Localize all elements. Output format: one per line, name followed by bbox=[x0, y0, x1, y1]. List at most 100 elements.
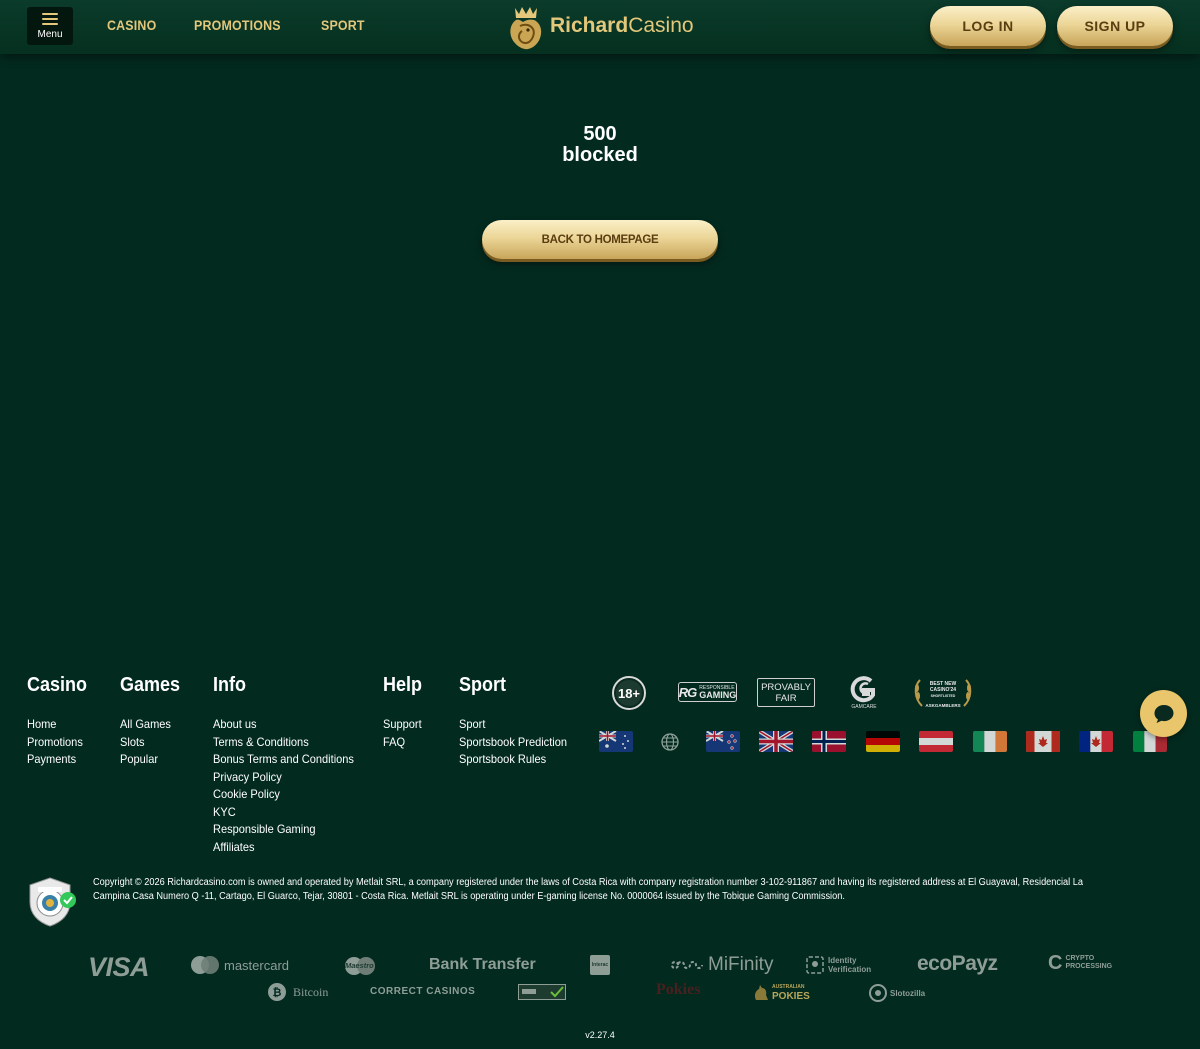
flag-de-icon[interactable] bbox=[866, 731, 900, 752]
footer-link-about-us[interactable]: About us bbox=[213, 716, 354, 734]
chat-bubble-icon bbox=[1154, 704, 1173, 723]
footer-link-privacy[interactable]: Privacy Policy bbox=[213, 769, 354, 787]
gamcare-label: GAMCARE bbox=[851, 704, 877, 710]
rg-main-text: GAMING bbox=[699, 690, 737, 700]
mastercard-logo: mastercard bbox=[190, 955, 289, 975]
menu-button[interactable]: Menu bbox=[27, 7, 73, 45]
pokies-logo: Pokies bbox=[656, 981, 701, 998]
footer-column-casino: Casino Home Promotions Payments bbox=[27, 674, 94, 769]
footer-link-promotions[interactable]: Promotions bbox=[27, 734, 88, 752]
footer-column-info: Info About us Terms & Conditions Bonus T… bbox=[213, 674, 366, 856]
crypto-c-icon: C bbox=[1048, 952, 1063, 974]
footer-link-faq[interactable]: FAQ bbox=[383, 734, 423, 752]
copyright-text: Copyright © 2026 Richardcasino.com is ow… bbox=[93, 877, 1084, 902]
askgamblers-label: ASKGAMBLERS bbox=[925, 703, 961, 708]
footer-link-bonus-terms[interactable]: Bonus Terms and Conditions bbox=[213, 751, 354, 769]
aus-pokies-text: AUSTRALIAN POKIES bbox=[772, 983, 810, 1002]
footer-link-sportsbook-prediction[interactable]: Sportsbook Prediction bbox=[459, 734, 567, 752]
footer-link-affiliates[interactable]: Affiliates bbox=[213, 839, 354, 857]
mifinity-logo: MiFinity bbox=[669, 954, 773, 976]
flag-no-icon[interactable] bbox=[812, 731, 846, 752]
best-new-casino-badge[interactable]: BEST NEW CASINO'24 SHORTLISTED ASKGAMBLE… bbox=[912, 676, 974, 710]
footer-link-popular[interactable]: Popular bbox=[120, 751, 181, 769]
gamcare-badge[interactable]: GAMCARE bbox=[846, 675, 882, 711]
version-label: v2.27.4 bbox=[585, 1030, 615, 1040]
signup-button[interactable]: SIGN UP bbox=[1057, 6, 1173, 46]
identity-line1: Identity bbox=[828, 956, 857, 965]
menu-label: Menu bbox=[37, 28, 63, 40]
license-seal-icon[interactable] bbox=[26, 876, 78, 928]
flag-gb-icon[interactable] bbox=[759, 731, 793, 752]
aus-pokies-line2: POKIES bbox=[772, 990, 810, 1002]
aus-pokies-line1: AUSTRALIAN bbox=[772, 983, 805, 990]
footer-link-home[interactable]: Home bbox=[27, 716, 88, 734]
flag-au-icon[interactable] bbox=[599, 731, 633, 752]
footer-link-slots[interactable]: Slots bbox=[120, 734, 181, 752]
hamburger-icon bbox=[42, 12, 58, 25]
bitcoin-icon: ₿ bbox=[268, 983, 286, 1001]
back-to-homepage-button[interactable]: BACK TO HOMEPAGE bbox=[482, 220, 718, 259]
crypto-line1: CRYPTO bbox=[1065, 955, 1095, 962]
identity-line2: Verification bbox=[828, 965, 872, 974]
responsible-gaming-badge[interactable]: RG RESPONSIBLE GAMING bbox=[678, 682, 737, 702]
flag-at-icon[interactable] bbox=[919, 731, 953, 752]
chat-button[interactable] bbox=[1140, 690, 1187, 737]
crypto-line2: PROCESSING bbox=[1065, 963, 1113, 970]
footer-link-support[interactable]: Support bbox=[383, 716, 423, 734]
gamcare-icon bbox=[850, 676, 875, 703]
bitcoin-logo: ₿ Bitcoin bbox=[267, 982, 328, 1002]
footer-column-title: Help bbox=[383, 674, 423, 696]
footer-column-help: Help Support FAQ bbox=[383, 674, 426, 751]
bank-transfer-logo: Bank Transfer bbox=[429, 956, 536, 973]
mastercard-label: mastercard bbox=[224, 957, 290, 973]
rg-text: RESPONSIBLE GAMING bbox=[699, 685, 737, 700]
kangaroo-icon bbox=[755, 985, 768, 1000]
identity-icon bbox=[806, 956, 824, 974]
mifinity-icon bbox=[670, 961, 703, 969]
footer-link-cookie[interactable]: Cookie Policy bbox=[213, 786, 354, 804]
footer-link-payments[interactable]: Payments bbox=[27, 751, 88, 769]
age-18-badge[interactable]: 18+ bbox=[612, 676, 646, 710]
crypto-processing-logo: C CRYPTO PROCESSING bbox=[1048, 952, 1113, 974]
footer-link-all-games[interactable]: All Games bbox=[120, 716, 181, 734]
footer-link-sportsbook-rules[interactable]: Sportsbook Rules bbox=[459, 751, 567, 769]
footer-link-kyc[interactable]: KYC bbox=[213, 804, 354, 822]
top-header: Menu CASINO PROMOTIONS SPORT RichardCasi… bbox=[0, 0, 1200, 54]
footer-column-title: Games bbox=[120, 674, 181, 696]
logo-text: RichardCasino bbox=[550, 14, 694, 37]
provably-fair-badge[interactable]: PROVABLY FAIR bbox=[757, 678, 815, 707]
footer-link-terms[interactable]: Terms & Conditions bbox=[213, 734, 354, 752]
globe-icon[interactable] bbox=[660, 732, 680, 752]
slotozilla-icon bbox=[869, 984, 887, 1002]
flag-nz-icon[interactable] bbox=[706, 731, 740, 752]
mifinity-label: MiFinity bbox=[708, 954, 774, 975]
footer-column-sport: Sport Sport Sportsbook Prediction Sports… bbox=[459, 674, 576, 769]
pf-line2: FAIR bbox=[775, 692, 797, 704]
nav-casino[interactable]: CASINO bbox=[107, 18, 156, 33]
footer-link-sport[interactable]: Sport bbox=[459, 716, 567, 734]
slotozilla-label: Slotozilla bbox=[890, 988, 926, 998]
maestro-logo: Maestro bbox=[342, 956, 378, 976]
identity-text: Identity Verification bbox=[828, 956, 871, 974]
flag-ca-fr-icon[interactable] bbox=[1079, 731, 1113, 752]
best-new-text: BEST NEW CASINO'24 SHORTLISTED bbox=[924, 681, 962, 699]
error-code: 500 bbox=[583, 123, 617, 145]
bitcoin-label: Bitcoin bbox=[293, 984, 329, 999]
flag-ie-icon[interactable] bbox=[973, 731, 1007, 752]
correct-casinos-logo: CORRECT CASINOS bbox=[370, 986, 476, 997]
login-button[interactable]: LOG IN bbox=[930, 6, 1046, 46]
footer-column-title: Casino bbox=[27, 674, 88, 696]
footer-link-responsible-gaming[interactable]: Responsible Gaming bbox=[213, 821, 354, 839]
nav-promotions[interactable]: PROMOTIONS bbox=[194, 18, 281, 33]
footer-column-games: Games All Games Slots Popular bbox=[120, 674, 187, 769]
slotozilla-logo: Slotozilla bbox=[868, 983, 925, 1003]
footer-column-title: Sport bbox=[459, 674, 506, 696]
nav-sport[interactable]: SPORT bbox=[321, 18, 365, 33]
logo[interactable]: RichardCasino bbox=[506, 2, 694, 52]
flag-ca-icon[interactable] bbox=[1026, 731, 1060, 752]
lion-crest-icon bbox=[510, 7, 542, 50]
visa-logo: VISA bbox=[88, 952, 150, 982]
identity-verification-logo: Identity Verification bbox=[806, 956, 871, 974]
australian-pokies-logo: AUSTRALIAN POKIES bbox=[752, 982, 810, 1002]
rg-icon: RG bbox=[678, 684, 697, 700]
